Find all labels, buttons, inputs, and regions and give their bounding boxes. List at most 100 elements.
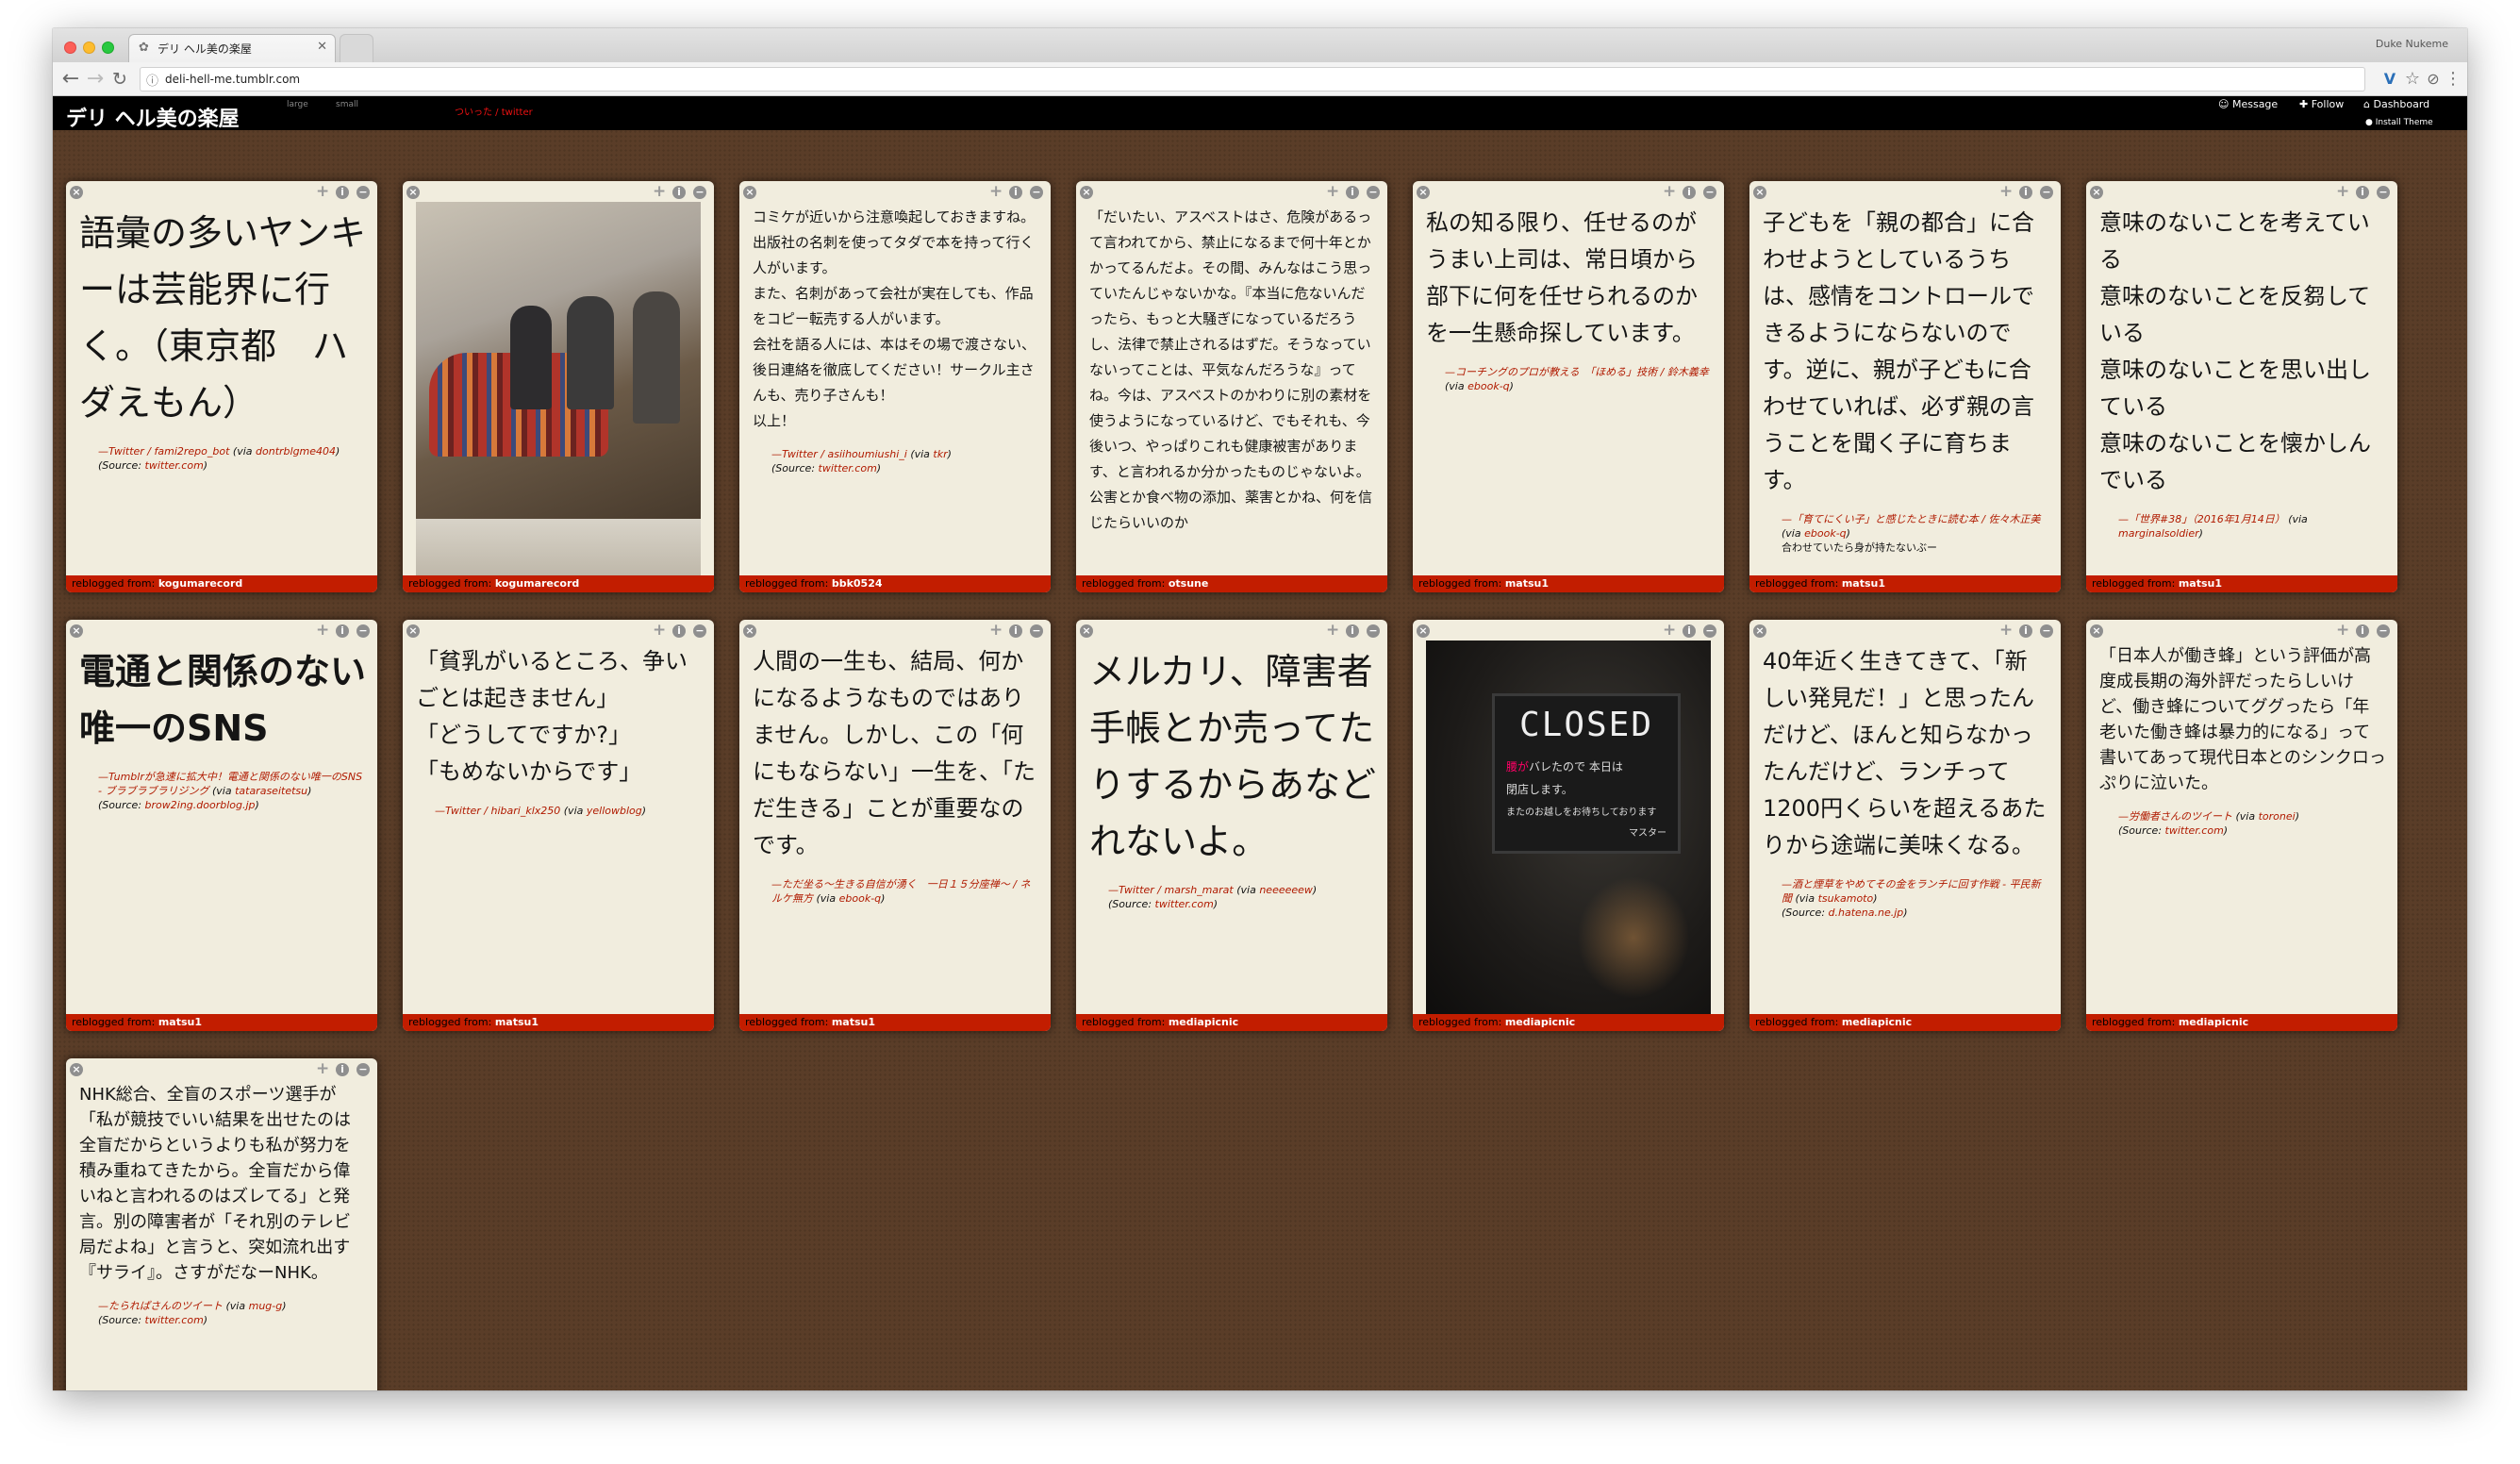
reblogged-from-link[interactable]: kogumarecord — [158, 577, 242, 590]
zoom-window-button[interactable] — [102, 42, 114, 54]
post-reblog-icon[interactable]: − — [356, 186, 370, 199]
source-link[interactable]: d.hatena.ne.jp — [1829, 907, 1904, 919]
post-reblog-icon[interactable]: − — [2040, 624, 2053, 638]
post-add-icon[interactable]: + — [653, 183, 666, 200]
post-info-icon[interactable]: i — [1683, 186, 1696, 199]
twitter-link[interactable]: ついった / twitter — [455, 104, 533, 118]
post-info-icon[interactable]: i — [672, 186, 686, 199]
message-button[interactable]: ☺ Message — [2218, 98, 2278, 110]
minimize-window-button[interactable] — [83, 42, 95, 54]
post-info-icon[interactable]: i — [336, 624, 349, 638]
post-add-icon[interactable]: + — [1326, 183, 1339, 200]
reblogged-from-link[interactable]: mediapicnic — [1505, 1016, 1575, 1028]
reblogged-from-link[interactable]: matsu1 — [158, 1016, 202, 1028]
post-reblog-icon[interactable]: − — [356, 624, 370, 638]
reload-icon[interactable]: ↻ — [109, 67, 130, 92]
via-link[interactable]: dontrblgme404 — [256, 445, 336, 458]
reblogged-from-link[interactable]: matsu1 — [1505, 577, 1549, 590]
post-add-icon[interactable]: + — [316, 183, 329, 200]
back-icon[interactable]: ← — [60, 67, 81, 92]
citation-link[interactable]: —ただ坐る〜生きる自信が湧く 一日１５分座禅〜 / ネルケ無方 — [771, 878, 1030, 905]
post-close-icon[interactable]: × — [743, 624, 756, 638]
post-add-icon[interactable]: + — [1999, 183, 2013, 200]
via-link[interactable]: marginalsoldier — [2118, 527, 2199, 540]
reblogged-from-link[interactable]: matsu1 — [1842, 577, 1885, 590]
source-link[interactable]: twitter.com — [1155, 898, 1214, 910]
blog-title[interactable]: デリ ヘル美の楽屋 — [66, 102, 240, 132]
forward-icon[interactable]: → — [85, 67, 106, 92]
via-link[interactable]: tkr — [933, 448, 947, 460]
post-photo-men-sitting[interactable] — [416, 202, 701, 575]
post-close-icon[interactable]: × — [1080, 624, 1093, 638]
post-info-icon[interactable]: i — [2019, 624, 2032, 638]
post-close-icon[interactable]: × — [1417, 624, 1430, 638]
vimium-icon[interactable]: V — [2380, 67, 2399, 92]
post-close-icon[interactable]: × — [1417, 186, 1430, 199]
small-link[interactable]: small — [336, 100, 358, 109]
post-reblog-icon[interactable]: − — [1367, 186, 1380, 199]
via-link[interactable]: tsukamoto — [1818, 892, 1874, 905]
post-info-icon[interactable]: i — [2356, 186, 2369, 199]
via-link[interactable]: ebook-q — [1467, 380, 1510, 392]
reblogged-from-link[interactable]: kogumarecord — [495, 577, 579, 590]
post-close-icon[interactable]: × — [1080, 186, 1093, 199]
tab-close-icon[interactable]: ✕ — [317, 40, 327, 54]
post-info-icon[interactable]: i — [2356, 624, 2369, 638]
citation-link[interactable]: —Twitter / marsh_marat — [1108, 884, 1234, 896]
source-link[interactable]: twitter.com — [145, 1314, 204, 1326]
new-tab-button[interactable] — [340, 34, 373, 62]
reblogged-from-link[interactable]: matsu1 — [832, 1016, 875, 1028]
post-reblog-icon[interactable]: − — [1030, 624, 1043, 638]
address-bar[interactable]: ⓘ deli-hell-me.tumblr.com — [140, 67, 2365, 92]
post-close-icon[interactable]: × — [406, 624, 420, 638]
via-link[interactable]: ebook-q — [1804, 527, 1847, 540]
post-reblog-icon[interactable]: − — [2040, 186, 2053, 199]
large-link[interactable]: large — [287, 100, 308, 109]
post-add-icon[interactable]: + — [316, 622, 329, 639]
menu-icon[interactable]: ⋮ — [2445, 67, 2462, 92]
citation-link[interactable]: —労働者さんのツイート — [2118, 810, 2232, 823]
post-close-icon[interactable]: × — [2090, 624, 2103, 638]
post-close-icon[interactable]: × — [1753, 186, 1766, 199]
citation-link[interactable]: —コーチングのプロが教える 「ほめる」技術 / 鈴木義幸 — [1445, 366, 1709, 378]
via-link[interactable]: ebook-q — [839, 892, 882, 905]
extension-icon[interactable]: ⊘ — [2424, 67, 2443, 92]
post-add-icon[interactable]: + — [316, 1060, 329, 1077]
citation-link[interactable]: —たられぱさんのツイート — [98, 1300, 223, 1312]
post-info-icon[interactable]: i — [1683, 624, 1696, 638]
reblogged-from-link[interactable]: matsu1 — [2179, 577, 2222, 590]
post-reblog-icon[interactable]: − — [356, 1063, 370, 1076]
via-link[interactable]: mug-g — [249, 1300, 283, 1312]
source-link[interactable]: brow2ing.doorblog.jp — [145, 799, 256, 811]
via-link[interactable]: yellowblog — [587, 805, 642, 817]
post-add-icon[interactable]: + — [2336, 622, 2349, 639]
post-close-icon[interactable]: × — [406, 186, 420, 199]
post-info-icon[interactable]: i — [336, 186, 349, 199]
post-reblog-icon[interactable]: − — [693, 624, 706, 638]
post-add-icon[interactable]: + — [1663, 183, 1676, 200]
post-add-icon[interactable]: + — [989, 183, 1003, 200]
post-reblog-icon[interactable]: − — [1703, 624, 1716, 638]
post-close-icon[interactable]: × — [70, 186, 83, 199]
citation-link[interactable]: —Twitter / asiihoumiushi_i — [771, 448, 907, 460]
post-reblog-icon[interactable]: − — [1030, 186, 1043, 199]
dashboard-button[interactable]: ⌂ Dashboard — [2363, 98, 2429, 110]
post-info-icon[interactable]: i — [672, 624, 686, 638]
reblogged-from-link[interactable]: mediapicnic — [1842, 1016, 1912, 1028]
post-close-icon[interactable]: × — [1753, 624, 1766, 638]
close-window-button[interactable] — [64, 42, 76, 54]
source-link[interactable]: twitter.com — [145, 459, 204, 472]
post-info-icon[interactable]: i — [2019, 186, 2032, 199]
via-link[interactable]: neeeeeew — [1259, 884, 1313, 896]
profile-name[interactable]: Duke Nukeme — [2376, 38, 2448, 50]
via-link[interactable]: toronei — [2259, 810, 2296, 823]
post-add-icon[interactable]: + — [1663, 622, 1676, 639]
post-reblog-icon[interactable]: − — [2377, 186, 2390, 199]
post-add-icon[interactable]: + — [1326, 622, 1339, 639]
post-add-icon[interactable]: + — [1999, 622, 2013, 639]
post-close-icon[interactable]: × — [2090, 186, 2103, 199]
citation-link[interactable]: —Twitter / fami2repo_bot — [98, 445, 229, 458]
citation-link[interactable]: —「世界#38」（2016年1月14日） — [2118, 513, 2285, 525]
post-close-icon[interactable]: × — [70, 1063, 83, 1076]
post-info-icon[interactable]: i — [336, 1063, 349, 1076]
